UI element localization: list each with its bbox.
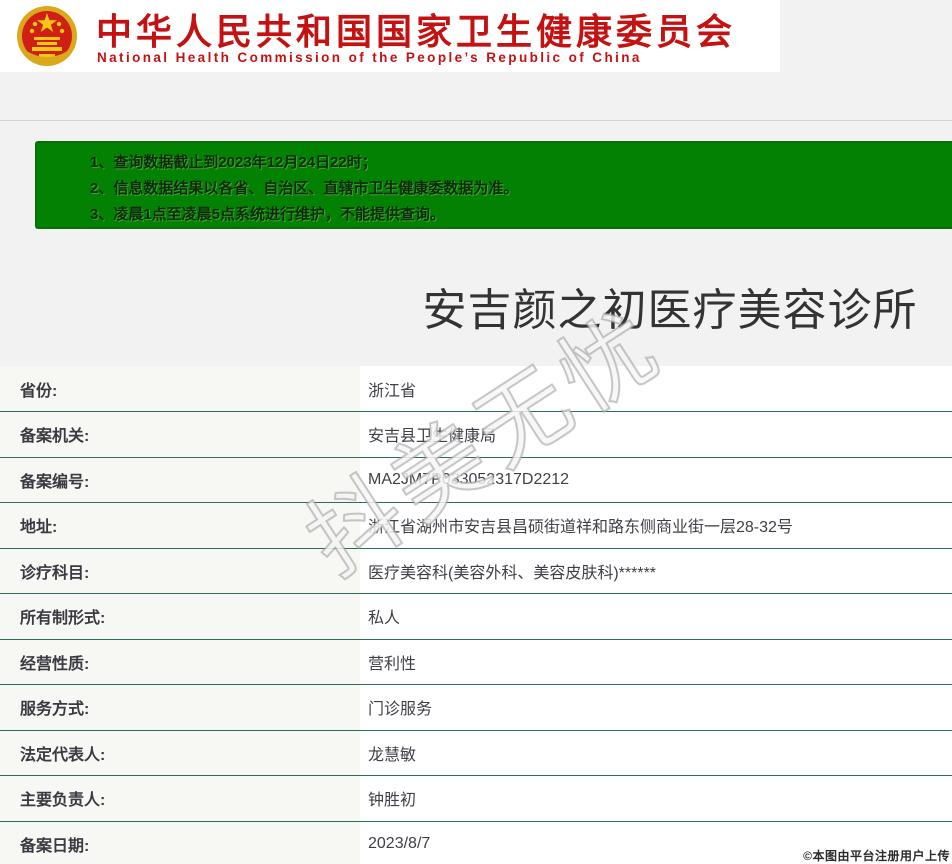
page: 中华人民共和国国家卫生健康委员会 National Health Commiss…: [0, 0, 952, 864]
notice-line-1: 1、查询数据截止到2023年12月24日22时；: [90, 154, 377, 171]
field-label: 服务方式:: [0, 684, 360, 730]
field-value: 钟胜初: [360, 775, 952, 821]
field-label: 主要负责人:: [0, 775, 360, 821]
field-label: 备案机关:: [0, 411, 360, 457]
field-value: 安吉县卫生健康局: [360, 411, 952, 457]
table-row: 法定代表人: 龙慧敏: [0, 729, 952, 776]
table-row: 备案编号: MA2JM7P033052317D2212: [0, 456, 952, 503]
national-emblem-icon: [17, 6, 77, 66]
field-value: MA2JM7P033052317D2212: [360, 456, 952, 503]
notice-line-2: 2、信息数据结果以各省、自治区、直辖市卫生健康委数据为准。: [90, 180, 519, 197]
header-divider: [0, 120, 952, 121]
field-label: 地址:: [0, 502, 360, 548]
field-label: 法定代表人:: [0, 729, 360, 776]
notice-box: 1、查询数据截止到2023年12月24日22时； 2、信息数据结果以各省、自治区…: [35, 141, 952, 229]
field-label: 经营性质:: [0, 638, 360, 685]
field-label: 省份:: [0, 366, 360, 412]
field-value: 龙慧敏: [360, 729, 952, 776]
field-value: 医疗美容科(美容外科、美容皮肤科)******: [360, 547, 952, 594]
table-row: 诊疗科目: 医疗美容科(美容外科、美容皮肤科)******: [0, 547, 952, 594]
site-title: 中华人民共和国国家卫生健康委员会: [96, 11, 737, 52]
field-label: 所有制形式:: [0, 593, 360, 639]
table-row: 备案机关: 安吉县卫生健康局: [0, 411, 952, 457]
field-label: 备案日期:: [0, 820, 360, 864]
field-value: 私人: [360, 593, 952, 639]
field-value: 营利性: [360, 638, 952, 685]
field-value: 浙江省: [360, 366, 952, 412]
field-value: 门诊服务: [360, 684, 952, 730]
image-credit: ©本图由平台注册用户上传: [803, 849, 950, 863]
table-row: 省份: 浙江省: [0, 366, 952, 412]
table-row: 主要负责人: 钟胜初: [0, 775, 952, 821]
table-row: 地址: 浙江省湖州市安吉县昌硕街道祥和路东侧商业街一层28-32号: [0, 502, 952, 548]
masthead: 中华人民共和国国家卫生健康委员会 National Health Commiss…: [0, 0, 780, 72]
field-label: 备案编号:: [0, 456, 360, 503]
field-value: 浙江省湖州市安吉县昌硕街道祥和路东侧商业街一层28-32号: [360, 502, 952, 548]
field-label: 诊疗科目:: [0, 547, 360, 594]
record-table: 省份: 浙江省 备案机关: 安吉县卫生健康局 备案编号: MA2JM7P0330…: [0, 366, 952, 864]
facility-title: 安吉颜之初医疗美容诊所: [422, 286, 918, 335]
table-row: 所有制形式: 私人: [0, 593, 952, 639]
notice-line-3: 3、凌晨1点至凌晨5点系统进行维护，不能提供查询。: [90, 206, 446, 223]
table-row: 经营性质: 营利性: [0, 638, 952, 685]
site-subtitle: National Health Commission of the People…: [97, 50, 642, 65]
table-row: 服务方式: 门诊服务: [0, 684, 952, 730]
